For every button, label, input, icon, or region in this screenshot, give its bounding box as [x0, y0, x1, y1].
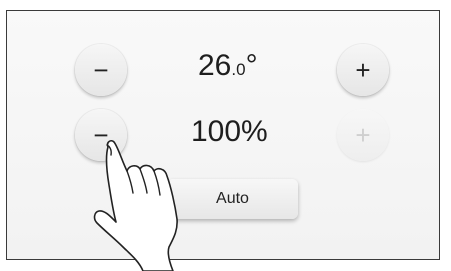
fan-speed-display: 100% [191, 115, 268, 148]
plus-icon: + [355, 55, 371, 85]
fan-increase-button[interactable]: + [337, 109, 389, 161]
auto-mode-button[interactable]: Auto [167, 179, 298, 219]
temperature-decimal: .0 [231, 60, 246, 79]
temperature-unit: ° [245, 49, 258, 82]
temperature-integer: 26 [198, 49, 232, 82]
fan-decrease-button[interactable]: − [75, 109, 127, 161]
minus-icon: − [93, 55, 109, 85]
thermostat-panel: − 26.0° + − 100% + Auto [6, 10, 440, 260]
temperature-increase-button[interactable]: + [337, 44, 389, 96]
plus-icon: + [355, 120, 371, 150]
temperature-decrease-button[interactable]: − [75, 44, 127, 96]
temperature-display: 26.0° [198, 49, 258, 83]
minus-icon: − [93, 120, 109, 150]
